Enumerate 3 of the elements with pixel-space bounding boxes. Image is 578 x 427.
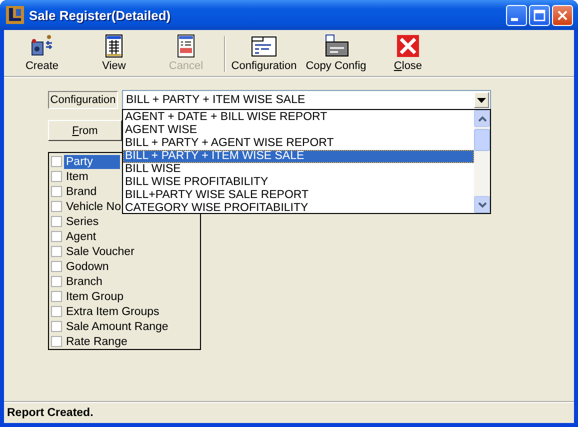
- window-title: Sale Register(Detailed): [29, 8, 172, 22]
- configuration-label: Configuration: [48, 91, 118, 109]
- status-bar: Report Created.: [4, 401, 574, 423]
